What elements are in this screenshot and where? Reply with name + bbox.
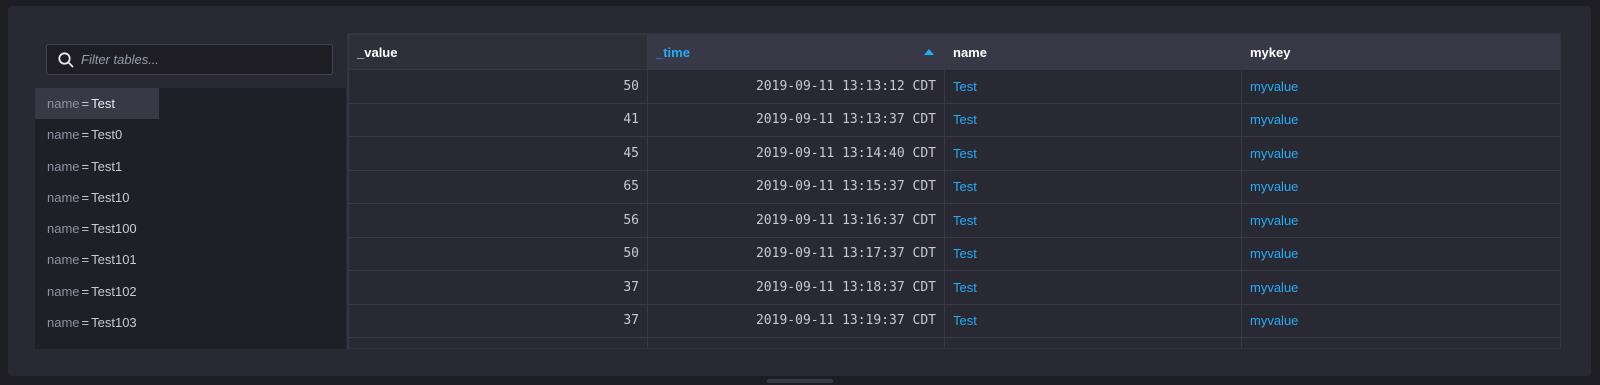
tag-value: Test0 bbox=[91, 127, 123, 143]
cell-mykey: myvalue bbox=[1241, 136, 1560, 171]
table-row: 56 2019-09-11 13:16:37 CDT Test myvalue bbox=[348, 203, 1560, 238]
cell-name bbox=[944, 337, 1242, 348]
cell-mykey: myvalue bbox=[1241, 203, 1560, 238]
cell-name: Test bbox=[944, 203, 1242, 238]
cell-time: 2019-09-11 13:14:40 CDT bbox=[647, 136, 945, 171]
tag-key: name bbox=[47, 283, 80, 299]
cell-name: Test bbox=[944, 270, 1242, 305]
cell-mykey: myvalue bbox=[1241, 102, 1560, 137]
table-list-item[interactable]: name = Test bbox=[35, 88, 159, 120]
grid-body: 50 2019-09-11 13:13:12 CDT Test myvalue 41 20… bbox=[348, 69, 1560, 348]
tag-value: Test10 bbox=[91, 189, 130, 205]
cell-name: Test bbox=[944, 102, 1242, 137]
cell-name: Test bbox=[944, 136, 1242, 171]
cell-time: 2019-09-11 13:19:37 CDT bbox=[647, 303, 945, 338]
tag-value: Test103 bbox=[91, 315, 137, 331]
column-header-time-label: _time bbox=[656, 44, 690, 60]
results-table: _value _time name mykey 50 2019-09-11 13:… bbox=[348, 34, 1560, 348]
cell-time: 2019-09-11 13:13:12 CDT bbox=[647, 69, 945, 104]
tag-value: Test101 bbox=[91, 252, 137, 268]
cell-mykey: myvalue bbox=[1241, 236, 1560, 271]
cell-value: 37 bbox=[348, 303, 648, 338]
cell-value: 65 bbox=[348, 169, 648, 204]
tag-equals: = bbox=[81, 158, 90, 174]
tag-equals: = bbox=[81, 252, 90, 268]
header-row: _value _time name mykey bbox=[348, 34, 1560, 70]
table-list: name = Test name = Test0 name = Test1 name = Test10… bbox=[35, 88, 346, 349]
tag-key: name bbox=[47, 346, 80, 349]
cell-time: 2019-09-11 13:15:37 CDT bbox=[647, 169, 945, 204]
table-sidebar: name=Testname=Test0name=Test1name=Test10… bbox=[35, 33, 346, 349]
tag-key: name bbox=[47, 315, 80, 331]
sort-ascending-icon[interactable] bbox=[924, 49, 934, 55]
table-list-item[interactable]: name = Test102 bbox=[35, 276, 346, 307]
tag-key: name bbox=[47, 221, 80, 237]
cell-mykey: myvalue bbox=[1241, 303, 1560, 338]
tag-equals: = bbox=[81, 315, 90, 331]
tag-key: name bbox=[47, 127, 80, 143]
table-list-item[interactable]: name = Test10 bbox=[35, 182, 346, 213]
cell-time: 2019-09-11 13:13:37 CDT bbox=[647, 102, 945, 137]
filter-container bbox=[35, 33, 346, 88]
cell-mykey: myvalue bbox=[1241, 270, 1560, 305]
table-row: 37 2019-09-11 13:19:37 CDT Test myvalue bbox=[348, 303, 1560, 338]
table-list-item[interactable]: name = Test101 bbox=[35, 244, 346, 275]
cell-name: Test bbox=[944, 303, 1242, 338]
table-row: 50 2019-09-11 13:13:12 CDT Test myvalue bbox=[348, 69, 1560, 104]
table-list-item[interactable]: name = Test103 bbox=[35, 307, 346, 338]
tag-key: name bbox=[47, 158, 80, 174]
tag-value: Test bbox=[91, 96, 115, 111]
cell-value: 50 bbox=[348, 236, 648, 271]
tag-equals: = bbox=[81, 127, 90, 143]
cell-value: 37 bbox=[348, 270, 648, 305]
cell-time: 2019-09-11 13:18:37 CDT bbox=[647, 270, 945, 305]
tag-equals: = bbox=[81, 189, 90, 205]
table-row: 45 2019-09-11 13:14:40 CDT Test myvalue bbox=[348, 136, 1560, 171]
cell-time bbox=[647, 337, 945, 348]
cell-value: 56 bbox=[348, 203, 648, 238]
filter-box[interactable] bbox=[46, 44, 333, 75]
column-header-value[interactable]: _value bbox=[348, 34, 648, 70]
cell-name: Test bbox=[944, 169, 1242, 204]
cell-value: 50 bbox=[348, 69, 648, 104]
table-list-item[interactable]: name = Test100 bbox=[35, 213, 346, 244]
tag-key: name bbox=[47, 189, 80, 205]
search-icon bbox=[58, 52, 74, 68]
cell-time: 2019-09-11 13:17:37 CDT bbox=[647, 236, 945, 271]
cell-mykey: myvalue bbox=[1241, 169, 1560, 204]
table-list-item[interactable]: name = Test1 bbox=[35, 151, 346, 182]
tag-key: name bbox=[47, 96, 80, 111]
table-row: 41 2019-09-11 13:13:37 CDT Test myvalue bbox=[348, 102, 1560, 137]
cell-time: 2019-09-11 13:16:37 CDT bbox=[647, 203, 945, 238]
tag-key: name bbox=[47, 252, 80, 268]
tag-value: Test100 bbox=[91, 221, 137, 237]
tag-value: Test104 bbox=[91, 346, 137, 349]
cell-mykey: myvalue bbox=[1241, 69, 1560, 104]
table-list-item[interactable]: name = Test0 bbox=[35, 119, 346, 150]
cell-name: Test bbox=[944, 236, 1242, 271]
tag-equals: = bbox=[81, 221, 90, 237]
tag-value: Test102 bbox=[91, 283, 137, 299]
data-grid[interactable]: _value _time name mykey 50 2019-09-11 13:… bbox=[347, 33, 1561, 349]
resize-handle[interactable] bbox=[767, 379, 833, 383]
cell-value: 41 bbox=[348, 102, 648, 137]
tag-equals: = bbox=[81, 283, 90, 299]
cell-name: Test bbox=[944, 69, 1242, 104]
cell-value bbox=[348, 337, 648, 348]
tag-value: Test1 bbox=[91, 158, 123, 174]
table-row: 37 2019-09-11 13:18:37 CDT Test myvalue bbox=[348, 270, 1560, 305]
cell-value: 45 bbox=[348, 136, 648, 171]
table-row bbox=[348, 337, 1560, 348]
tag-equals: = bbox=[82, 346, 90, 349]
filter-tables-input[interactable] bbox=[81, 45, 329, 74]
cell-mykey bbox=[1241, 337, 1560, 348]
column-header-mykey[interactable]: mykey bbox=[1241, 34, 1560, 70]
table-row: 65 2019-09-11 13:15:37 CDT Test myvalue bbox=[348, 169, 1560, 204]
tag-equals: = bbox=[81, 96, 90, 111]
column-header-time[interactable]: _time bbox=[647, 34, 945, 70]
column-header-name[interactable]: name bbox=[944, 34, 1242, 70]
table-row: 50 2019-09-11 13:17:37 CDT Test myvalue bbox=[348, 236, 1560, 271]
table-list-item[interactable]: name=Test104 bbox=[35, 338, 346, 349]
